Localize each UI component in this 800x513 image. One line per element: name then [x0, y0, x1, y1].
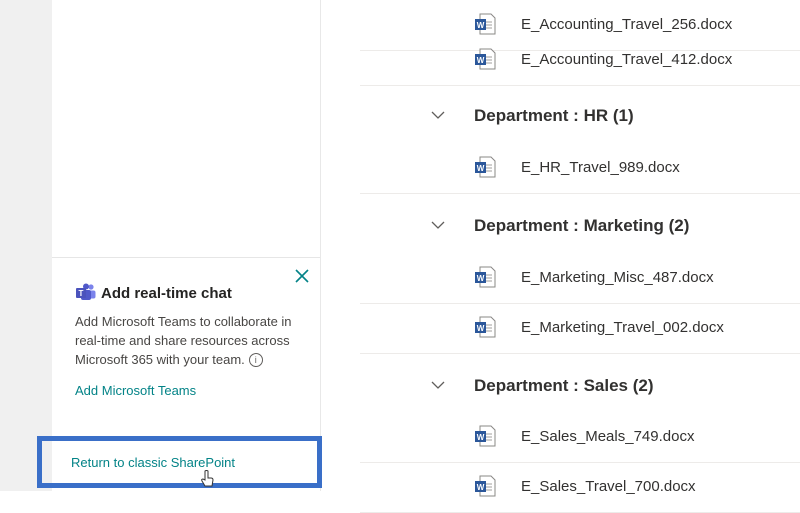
file-name[interactable]: E_Marketing_Misc_487.docx — [521, 269, 714, 286]
word-file-icon: W — [475, 425, 496, 447]
file-name[interactable]: E_Marketing_Travel_002.docx — [521, 319, 724, 336]
file-name[interactable]: E_Accounting_Travel_412.docx — [521, 51, 732, 68]
card-title-row: T Add real-time chat — [75, 282, 315, 304]
word-file-icon: W — [475, 266, 496, 288]
svg-text:W: W — [477, 274, 485, 283]
navigation-panel — [52, 0, 321, 491]
panel-divider — [52, 257, 320, 258]
card-title: Add real-time chat — [101, 284, 232, 302]
document-list: W E_Accounting_Travel_256.docx W E_Accounti… — [360, 0, 800, 513]
info-icon[interactable]: i — [248, 353, 263, 367]
file-row[interactable]: W E_Sales_Meals_749.docx — [360, 412, 800, 463]
svg-text:W: W — [477, 21, 485, 30]
file-row[interactable]: W E_Marketing_Travel_002.docx — [360, 303, 800, 354]
chevron-down-icon[interactable] — [430, 107, 446, 123]
file-name[interactable]: E_Sales_Travel_700.docx — [521, 478, 696, 495]
group-header[interactable]: Department : Sales (2) — [360, 365, 800, 405]
chevron-down-icon[interactable] — [430, 217, 446, 233]
card-description: Add Microsoft Teams to collaborate in re… — [75, 312, 300, 369]
return-to-classic-link[interactable]: Return to classic SharePoint — [71, 455, 235, 470]
group-title: Department : Sales (2) — [474, 376, 654, 395]
left-gutter — [0, 0, 52, 491]
add-microsoft-teams-link[interactable]: Add Microsoft Teams — [75, 383, 315, 398]
close-icon[interactable] — [292, 266, 312, 286]
file-row[interactable]: W E_Sales_Travel_700.docx — [360, 462, 800, 513]
chevron-down-icon[interactable] — [430, 377, 446, 393]
group-header[interactable]: Department : Marketing (2) — [360, 205, 800, 245]
file-row[interactable]: W E_HR_Travel_989.docx — [360, 143, 800, 194]
group-title: Department : HR (1) — [474, 106, 634, 125]
word-file-icon: W — [475, 156, 496, 178]
file-row[interactable]: W E_Accounting_Travel_412.docx — [360, 35, 800, 86]
group-header[interactable]: Department : HR (1) — [360, 95, 800, 135]
group-title: Department : Marketing (2) — [474, 216, 690, 235]
word-file-icon: W — [475, 475, 496, 497]
word-file-icon: W — [475, 13, 496, 35]
teams-icon: T — [76, 283, 96, 300]
svg-text:W: W — [477, 324, 485, 333]
svg-text:W: W — [477, 433, 485, 442]
file-name[interactable]: E_Sales_Meals_749.docx — [521, 428, 694, 445]
svg-text:W: W — [477, 56, 485, 65]
file-row[interactable]: W E_Marketing_Misc_487.docx — [360, 253, 800, 304]
word-file-icon: W — [475, 316, 496, 338]
teams-promo-card: T Add real-time chat Add Microsoft Teams… — [75, 265, 315, 398]
word-file-icon: W — [475, 48, 496, 70]
file-name[interactable]: E_Accounting_Travel_256.docx — [521, 16, 732, 33]
svg-text:W: W — [477, 164, 485, 173]
file-name[interactable]: E_HR_Travel_989.docx — [521, 159, 680, 176]
hand-cursor-icon — [201, 470, 214, 487]
svg-text:T: T — [79, 289, 84, 298]
